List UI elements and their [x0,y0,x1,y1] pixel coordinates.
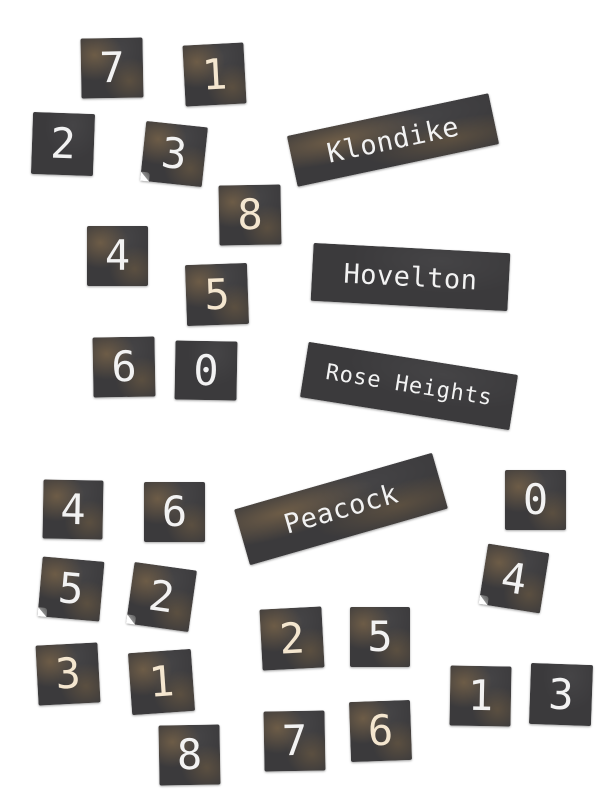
tile-digit: 8 [236,189,264,240]
tile-digit: 8 [176,729,203,780]
tile-digit: 3 [158,127,190,180]
tile-digit: 5 [203,269,231,319]
tile-digit: 7 [98,42,126,93]
number-tile[interactable]: 2 [30,111,96,177]
number-tile[interactable]: 1 [127,648,196,716]
tile-digit: 1 [200,48,229,100]
tile-digit: 6 [366,705,394,756]
number-tile[interactable]: 4 [478,543,550,614]
tile-digit: 6 [110,341,138,392]
tile-digit: 1 [467,670,494,721]
place-name-tile[interactable]: Hovelton [310,242,511,312]
number-tile[interactable]: 5 [37,556,105,622]
number-tile[interactable]: 2 [259,606,325,671]
tile-digit: 1 [147,656,176,707]
tile-digit: 2 [49,118,77,169]
number-tile[interactable]: 3 [528,662,594,727]
tile-digit: 2 [278,612,306,664]
place-name-label: Rose Heights [323,359,495,412]
number-tile[interactable]: 6 [92,336,156,398]
place-name-label: Peacock [280,477,402,541]
number-tile[interactable]: 2 [125,561,198,633]
number-tile[interactable]: 7 [80,37,144,99]
tile-digit: 5 [56,562,86,615]
tile-digit: 7 [281,715,308,766]
place-name-tile[interactable]: Peacock [233,452,449,566]
number-tile[interactable]: 4 [42,479,104,540]
place-name-tile[interactable]: Rose Heights [299,341,519,431]
number-tile[interactable]: 6 [144,482,205,542]
number-tile[interactable]: 7 [263,710,326,772]
number-tile[interactable]: 5 [350,607,410,667]
number-tile[interactable]: 1 [182,42,247,107]
tile-digit: 6 [161,487,188,536]
number-tile[interactable]: 1 [449,665,512,727]
place-name-tile[interactable]: Klondike [286,93,500,187]
tile-digit: 0 [192,345,220,395]
place-name-label: Hovelton [342,258,479,296]
number-tile[interactable]: 5 [184,262,250,327]
tile-digit: 4 [104,231,131,280]
tile-digit: 4 [497,551,531,605]
number-tile[interactable]: 8 [218,184,282,246]
tile-digit: 3 [54,648,82,699]
tile-digit: 3 [547,669,575,719]
tile-digit: 2 [145,570,178,623]
number-tile[interactable]: 0 [505,470,566,530]
number-tile[interactable]: 4 [87,226,148,286]
tile-digit: 5 [367,612,393,661]
number-tile[interactable]: 0 [174,340,238,401]
number-tile[interactable]: 6 [348,699,413,763]
tile-digit: 0 [522,475,549,524]
tile-digit: 4 [59,484,87,534]
number-tile[interactable]: 3 [140,120,208,188]
puzzle-canvas: 7 1 2 3 8 4 5 6 0 Klondike Hovelton Rose… [0,0,612,792]
number-tile[interactable]: 3 [35,642,101,706]
place-name-label: Klondike [324,110,462,170]
number-tile[interactable]: 8 [158,724,221,786]
